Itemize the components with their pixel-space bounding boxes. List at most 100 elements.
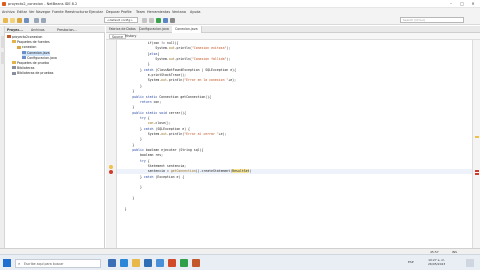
projects-tabs: Proyec... Archivos Prestacion... (5, 26, 105, 33)
tab-services[interactable]: Prestacion... (57, 28, 77, 32)
task-view-icon[interactable] (108, 259, 116, 267)
code-line: System.out.println("Error en la conexion… (117, 78, 237, 83)
editor-area: Fabrica de Datos Configuracion.java Cone… (106, 26, 480, 248)
stripe-mark[interactable] (475, 173, 479, 175)
code-editor[interactable]: if(con != null){ System.out.println("Con… (117, 40, 472, 248)
menu-ayuda[interactable]: Ayuda (190, 10, 200, 14)
tab-projects[interactable]: Proyec... (7, 28, 23, 32)
code-line: } (117, 83, 142, 88)
code-line: System.out.println("Conexion fallida"); (117, 57, 231, 62)
maximize-button[interactable]: □ (457, 0, 467, 8)
toolbar: <default config> Search (Ctrl+I) (0, 15, 480, 25)
debug-icon[interactable] (163, 17, 168, 23)
menu-ventana[interactable]: Ventana (172, 10, 186, 14)
tab-fabrica-de-datos[interactable]: Fabrica de Datos (106, 26, 140, 33)
menu-profile[interactable]: Profile (121, 10, 132, 14)
menu-herramientas[interactable]: Herramientas (147, 10, 170, 14)
edge-icon[interactable] (120, 259, 128, 267)
code-line: } catch (SQLException e) { (117, 126, 190, 131)
code-line: try { (140, 115, 150, 120)
run-icon[interactable] (156, 17, 161, 23)
code-line: if(con != null){ (117, 41, 179, 45)
code-line: Statement sentencia; (117, 164, 187, 169)
history-tab[interactable]: History (123, 34, 138, 39)
stripe-mark[interactable] (475, 170, 479, 172)
folder-icon (12, 61, 16, 65)
profile-icon[interactable] (170, 17, 175, 23)
minimize-button[interactable]: – (446, 0, 456, 8)
taskbar: ⌕ Escribe aquí para buscar ESP 10:27 a. … (0, 254, 480, 270)
code-line: public static void cerrar(){ (132, 110, 187, 115)
error-stripe[interactable] (472, 40, 480, 248)
title-bar: proyecto2_conexion - NetBeans IDE 8.2 – … (0, 0, 480, 8)
file-explorer-icon[interactable] (132, 259, 140, 267)
new-project-icon[interactable] (3, 17, 8, 23)
undo-icon[interactable] (34, 17, 39, 23)
tab-configuracion-java[interactable]: Configuracion.java (136, 26, 173, 33)
tray-lang[interactable]: ESP (408, 260, 414, 264)
netbeans-app-icon (2, 2, 6, 6)
coffee-icon (7, 35, 11, 39)
java-icon (22, 50, 26, 54)
config-select[interactable]: <default config> (104, 17, 138, 23)
warning-marker-icon[interactable] (109, 164, 113, 169)
search-input[interactable]: Search (Ctrl+I) (400, 17, 464, 23)
tree-node-label: Paquetes de prueba (17, 61, 49, 65)
menu-reestructurar[interactable]: Reestructurar (65, 10, 88, 14)
close-button[interactable]: ✕ (468, 0, 478, 8)
windows-start-icon[interactable] (3, 259, 11, 267)
netbeans-taskbar-icon[interactable] (192, 259, 200, 267)
new-file-icon[interactable] (10, 17, 15, 23)
error-marker-icon[interactable] (109, 169, 113, 174)
code-line: public boolean ejecutar (String sql){ (132, 148, 204, 152)
notifications-icon[interactable] (466, 259, 474, 267)
editor-subbar: Source History (106, 33, 480, 40)
hammer-icon[interactable] (142, 17, 147, 23)
chrome-icon[interactable] (180, 259, 188, 267)
open-project-icon[interactable] (17, 17, 22, 23)
code-line: } (117, 206, 127, 211)
tab-conexion-java[interactable]: Conexion.java (172, 26, 202, 33)
code-line: e.printStackTrace(); (117, 73, 187, 78)
code-line: } (117, 105, 135, 110)
services-side-tab[interactable] (0, 36, 5, 48)
tree-node-label: Bibliotecas de pruebas (17, 71, 54, 76)
tree-node-label: Paquetes de fuentes (17, 40, 50, 45)
code-line: try { (140, 158, 150, 163)
menu-archivo[interactable]: Archivo (2, 10, 15, 14)
folder-icon (12, 40, 16, 44)
tree-node[interactable]: Bibliotecas de pruebas (12, 71, 53, 76)
menu-ver[interactable]: Ver (29, 10, 35, 14)
mail-icon[interactable] (156, 259, 164, 267)
code-line: }else{ (117, 51, 160, 56)
tree-node-label: Conexion.java (27, 50, 50, 55)
menu-navegar[interactable]: Navegar (36, 10, 50, 14)
save-all-icon[interactable] (24, 17, 29, 23)
tray-clock[interactable]: 10:27 a. m. 26/05/2023 (428, 258, 445, 266)
store-icon[interactable] (144, 259, 152, 267)
stripe-mark[interactable] (475, 136, 479, 138)
package-icon (17, 45, 21, 49)
tree-node-label: conexion (22, 45, 37, 50)
window-title: proyecto2_conexion - NetBeans IDE 8.2 (8, 1, 78, 6)
menu-editar[interactable]: Editar (17, 10, 27, 14)
menu-depurar[interactable]: Depurar (106, 10, 120, 14)
line-gutter (106, 40, 117, 248)
clean-build-icon[interactable] (149, 17, 154, 23)
code-line: } catch (ClassNotFoundException | SQLExc… (117, 67, 237, 72)
taskbar-search-label: Escribe aquí para buscar (24, 261, 64, 266)
menu-fuente[interactable]: Fuente (52, 10, 64, 14)
library-icon (12, 66, 16, 70)
taskbar-search-input[interactable]: ⌕ Escribe aquí para buscar (15, 258, 101, 268)
code-line: return con; (140, 99, 162, 104)
menu-bar: Archivo Editar Ver Navegar Fuente Reestructur… (0, 8, 480, 15)
redo-icon[interactable] (41, 17, 46, 23)
tree-node-label: Configuracion.java (27, 55, 57, 60)
office-icon[interactable] (168, 259, 176, 267)
code-line: } (117, 137, 142, 142)
tab-files[interactable]: Archivos (31, 28, 45, 32)
menu-team[interactable]: Team (136, 10, 145, 14)
navigator-side-tab[interactable] (0, 52, 5, 64)
code-line: boolean res; (117, 153, 164, 158)
menu-ejecutar[interactable]: Ejecutar (89, 10, 103, 14)
